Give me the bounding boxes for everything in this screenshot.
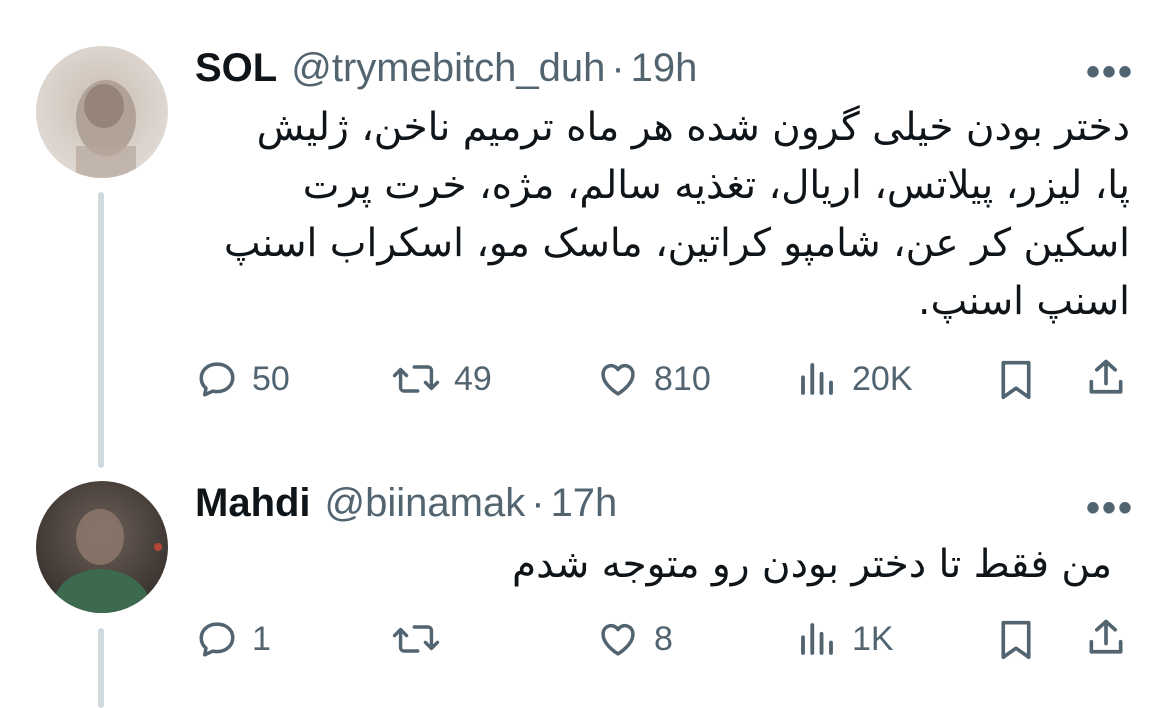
like-count: 810 [654,359,711,398]
like-button[interactable]: 8 [596,618,673,660]
more-options-icon[interactable]: ••• [1086,488,1134,528]
avatar[interactable] [36,481,168,613]
reply-count: 50 [252,359,290,398]
retweet-button[interactable]: 49 [392,358,492,400]
display-name[interactable]: Mahdi [195,481,311,526]
views-count: 20K [852,359,913,398]
avatar[interactable] [36,46,168,178]
bookmark-button[interactable] [996,618,1036,662]
reply-button[interactable]: 1 [196,618,271,660]
handle[interactable]: @biinamak [325,481,526,526]
share-button[interactable] [1084,356,1128,400]
reply-icon [196,618,238,660]
tweet-text-line: من فقط تا دختر بودن رو متوجه شدم [511,542,1112,587]
bookmark-button[interactable] [996,358,1036,402]
heart-icon [596,618,640,660]
retweet-count: 49 [454,359,492,398]
retweet-icon [392,358,440,400]
views-button[interactable]: 20K [796,358,913,400]
tweet-header: Mahdi @biinamak · 17h [195,481,617,526]
heart-icon [596,358,640,400]
tweet-text-line: پا، لیزر، پیلاتس، اریال، تغذیه سالم، مژه… [302,163,1130,208]
separator-dot: · [531,481,545,525]
more-options-icon[interactable]: ••• [1086,52,1134,92]
reply-count: 1 [252,619,271,658]
views-button[interactable]: 1K [796,618,894,660]
views-count: 1K [852,619,894,658]
like-button[interactable]: 810 [596,358,711,400]
tweet-text-line: دختر بودن خیلی گرون شده هر ماه ترمیم ناخ… [256,105,1130,150]
reply-icon [196,358,238,400]
thread-line [98,192,104,468]
tweet-header: SOL @trymebitch_duh · 19h [195,46,697,91]
timestamp[interactable]: 19h [631,46,698,91]
bookmark-icon [996,358,1036,402]
share-icon [1084,616,1128,660]
retweet-icon [392,618,440,660]
tweet-text-line: اسکین کر عن، شامپو کراتین، ماسک مو، اسکر… [223,221,1130,266]
tweet-text: من فقط تا دختر بودن رو متوجه شدم [212,536,1112,594]
thread-line [98,628,104,708]
tweet-text-line: اسنپ اسنپ. [918,279,1130,324]
display-name[interactable]: SOL [195,46,277,91]
tweet-text: دختر بودن خیلی گرون شده هر ماه ترمیم ناخ… [170,99,1130,331]
share-icon [1084,356,1128,400]
share-button[interactable] [1084,616,1128,660]
views-icon [796,358,838,400]
like-count: 8 [654,619,673,658]
bookmark-icon [996,618,1036,662]
retweet-button[interactable] [392,618,454,660]
views-icon [796,618,838,660]
timestamp[interactable]: 17h [551,481,618,526]
reply-button[interactable]: 50 [196,358,290,400]
handle[interactable]: @trymebitch_duh [291,46,605,91]
separator-dot: · [611,46,625,90]
